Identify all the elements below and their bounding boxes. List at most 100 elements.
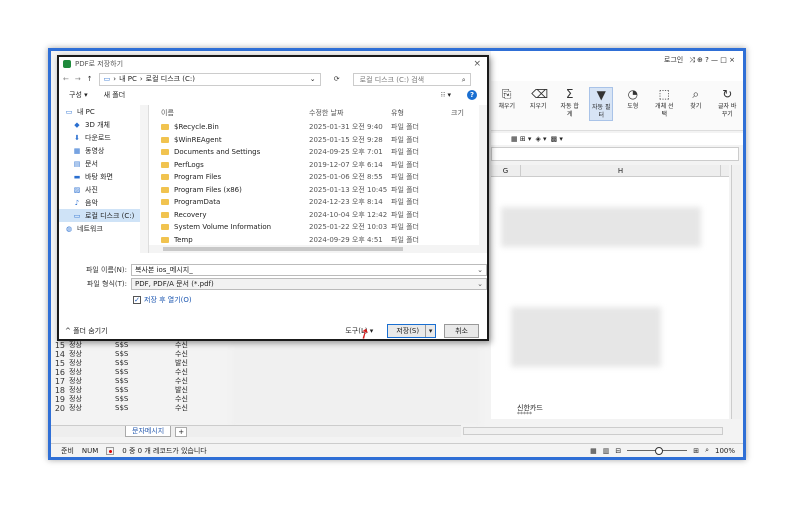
column-header-g[interactable]: G bbox=[491, 165, 521, 176]
cell-direction[interactable]: 발신 bbox=[175, 386, 215, 395]
cell-status[interactable]: 정상 bbox=[67, 395, 115, 404]
cell-direction[interactable]: 수신 bbox=[175, 368, 215, 377]
table-row[interactable]: 16 정상 S$S 수신 bbox=[53, 368, 233, 377]
column-modified[interactable]: 수정한 날짜 bbox=[309, 108, 391, 118]
save-button[interactable]: 저장(S) ▾ bbox=[387, 324, 437, 338]
file-row[interactable]: ProgramData 2024-12-23 오후 8:14 파일 폴더 bbox=[149, 196, 487, 209]
hide-folders-button[interactable]: ^ 폴더 숨기기 bbox=[65, 326, 108, 336]
ribbon-button[interactable]: ▼ 자동 필터 bbox=[589, 87, 614, 121]
ribbon-button[interactable]: Σ 자동 합계 bbox=[558, 87, 581, 119]
cancel-button[interactable]: 취소 bbox=[444, 324, 479, 338]
table-row[interactable]: 19 정상 S$S 수신 bbox=[53, 395, 233, 404]
column-size[interactable]: 크기 bbox=[451, 108, 481, 118]
cell-code[interactable]: S$S bbox=[115, 377, 175, 386]
column-type[interactable]: 유형 bbox=[391, 108, 451, 118]
filetype-select[interactable]: PDF, PDF/A 문서 (*.pdf) ⌄ bbox=[131, 278, 487, 290]
more-icon[interactable]: ▩ ▾ bbox=[551, 135, 563, 143]
cell-code[interactable]: S$S bbox=[115, 350, 175, 359]
window-controls[interactable]: ⤨ ⊕ ? — □ × bbox=[689, 56, 735, 65]
nav-item[interactable]: ◍ 네트워크 bbox=[59, 222, 148, 235]
cell-status[interactable]: 정상 bbox=[67, 404, 115, 413]
nav-scrollbar[interactable] bbox=[140, 105, 148, 253]
cell-status[interactable]: 정상 bbox=[67, 377, 115, 386]
table-row[interactable]: 15 정상 S$S 수신 bbox=[53, 341, 233, 350]
file-row[interactable]: Program Files (x86) 2025-01-13 오전 10:45 파일… bbox=[149, 184, 487, 197]
breadcrumb-my-pc[interactable]: 내 PC bbox=[119, 74, 137, 84]
nav-item[interactable]: ⬇ 다운로드 bbox=[59, 131, 148, 144]
cell-code[interactable]: S$S bbox=[115, 359, 175, 368]
file-row[interactable]: Program Files 2025-01-06 오전 8:55 파일 폴더 bbox=[149, 171, 487, 184]
cell-direction[interactable]: 수신 bbox=[175, 377, 215, 386]
sheet-tab-messages[interactable]: 문자메시지 bbox=[125, 426, 172, 437]
zoom-slider[interactable] bbox=[627, 447, 688, 455]
ribbon-button[interactable]: ⬚ 개체 선택 bbox=[653, 87, 676, 119]
file-list-scrollbar[interactable] bbox=[479, 105, 487, 253]
table-row[interactable]: 15 정상 S$S 발신 bbox=[53, 359, 233, 368]
column-name[interactable]: 이름 bbox=[161, 108, 309, 118]
cell-direction[interactable]: 수신 bbox=[175, 341, 215, 350]
cell-direction[interactable]: 수신 bbox=[175, 404, 215, 413]
ribbon-button[interactable]: ◔ 도형 bbox=[621, 87, 644, 111]
cell-direction[interactable]: 발신 bbox=[175, 359, 215, 368]
add-sheet-button[interactable]: + bbox=[175, 426, 188, 437]
vertical-scrollbar[interactable] bbox=[731, 165, 741, 419]
up-arrow-icon[interactable]: ↑ bbox=[87, 75, 93, 83]
formula-bar[interactable] bbox=[491, 147, 739, 161]
open-after-save-checkbox[interactable]: ✓ bbox=[133, 296, 141, 304]
file-row[interactable]: $WinREAgent 2025-01-15 오전 9:28 파일 폴더 bbox=[149, 134, 487, 147]
view-normal-icon[interactable]: ▦ bbox=[590, 447, 597, 455]
login-button[interactable]: 로그인 bbox=[664, 55, 683, 65]
view-options-button[interactable]: ⁝⁝ ▾ bbox=[441, 91, 451, 99]
cell-status[interactable]: 정상 bbox=[67, 350, 115, 359]
cell-code[interactable]: S$S bbox=[115, 386, 175, 395]
zoom-out-icon[interactable]: ⊟ bbox=[615, 447, 621, 455]
file-list-hscrollbar[interactable] bbox=[149, 245, 479, 253]
nav-item[interactable]: ▦ 동영상 bbox=[59, 144, 148, 157]
ribbon-button[interactable]: ⎘ 채우기 bbox=[495, 87, 518, 111]
cell-status[interactable]: 정상 bbox=[67, 359, 115, 368]
chevron-down-icon[interactable]: ⌄ bbox=[477, 265, 483, 276]
file-row[interactable]: Documents and Settings 2024-09-25 오후 7:01… bbox=[149, 146, 487, 159]
cell-status[interactable]: 정상 bbox=[67, 341, 115, 350]
refresh-icon[interactable]: ⟳ bbox=[327, 75, 347, 83]
cell-status[interactable]: 정상 bbox=[67, 386, 115, 395]
file-row[interactable]: PerfLogs 2019-12-07 오후 6:14 파일 폴더 bbox=[149, 159, 487, 172]
help-icon[interactable]: ? bbox=[467, 90, 477, 100]
horizontal-scrollbar[interactable] bbox=[463, 427, 723, 435]
breadcrumb-local-disk[interactable]: 로컬 디스크 (C:) bbox=[146, 74, 195, 84]
borders-icon[interactable]: ▦ ⊞ ▾ bbox=[511, 135, 531, 143]
forward-arrow-icon[interactable]: → bbox=[75, 75, 81, 83]
back-arrow-icon[interactable]: ← bbox=[63, 75, 69, 83]
column-header-h[interactable]: H bbox=[521, 165, 721, 176]
search-input[interactable]: 로컬 디스크 (C:) 검색 ⌕ bbox=[352, 72, 471, 86]
zoom-in-icon[interactable]: ⊞ bbox=[693, 447, 699, 455]
nav-item[interactable]: ▭ 내 PC bbox=[59, 105, 148, 118]
ribbon-button[interactable]: ⌕ 찾기 bbox=[684, 87, 707, 111]
ribbon-button[interactable]: ⌫ 지우기 bbox=[526, 87, 549, 111]
table-row[interactable]: 17 정상 S$S 수신 bbox=[53, 377, 233, 386]
chevron-down-icon[interactable]: ⌄ bbox=[310, 75, 320, 83]
zoom-fit-icon[interactable]: ⌕ bbox=[705, 446, 709, 455]
fill-color-icon[interactable]: ◈ ▾ bbox=[535, 135, 546, 143]
cell-code[interactable]: S$S bbox=[115, 404, 175, 413]
view-layout-icon[interactable]: ▥ bbox=[603, 447, 610, 455]
nav-item[interactable]: ▬ 바탕 화면 bbox=[59, 170, 148, 183]
cell-code[interactable]: S$S bbox=[115, 368, 175, 377]
cell-status[interactable]: 정상 bbox=[67, 368, 115, 377]
close-icon[interactable]: × bbox=[473, 59, 481, 69]
cell-code[interactable]: S$S bbox=[115, 341, 175, 350]
filename-input[interactable]: 복사본 ios_메시지_ ⌄ bbox=[131, 264, 487, 276]
table-row[interactable]: 20 정상 S$S 수신 bbox=[53, 404, 233, 413]
table-row[interactable]: 18 정상 S$S 발신 bbox=[53, 386, 233, 395]
open-after-save-option[interactable]: ✓ 저장 후 열기(O) bbox=[133, 295, 487, 305]
ribbon-button[interactable]: ↻ 글자 바꾸기 bbox=[715, 87, 738, 119]
nav-item[interactable]: ◆ 3D 개체 bbox=[59, 118, 148, 131]
file-row[interactable]: $Recycle.Bin 2025-01-31 오전 9:40 파일 폴더 bbox=[149, 121, 487, 134]
file-row[interactable]: System Volume Information 2025-01-22 오전 1… bbox=[149, 221, 487, 234]
save-dropdown-icon[interactable]: ▾ bbox=[425, 325, 435, 337]
cell-code[interactable]: S$S bbox=[115, 395, 175, 404]
file-row[interactable]: Recovery 2024-10-04 오후 12:42 파일 폴더 bbox=[149, 209, 487, 222]
sheet-grid[interactable] bbox=[491, 177, 729, 419]
chevron-down-icon[interactable]: ⌄ bbox=[477, 279, 483, 290]
cell-direction[interactable]: 수신 bbox=[175, 395, 215, 404]
